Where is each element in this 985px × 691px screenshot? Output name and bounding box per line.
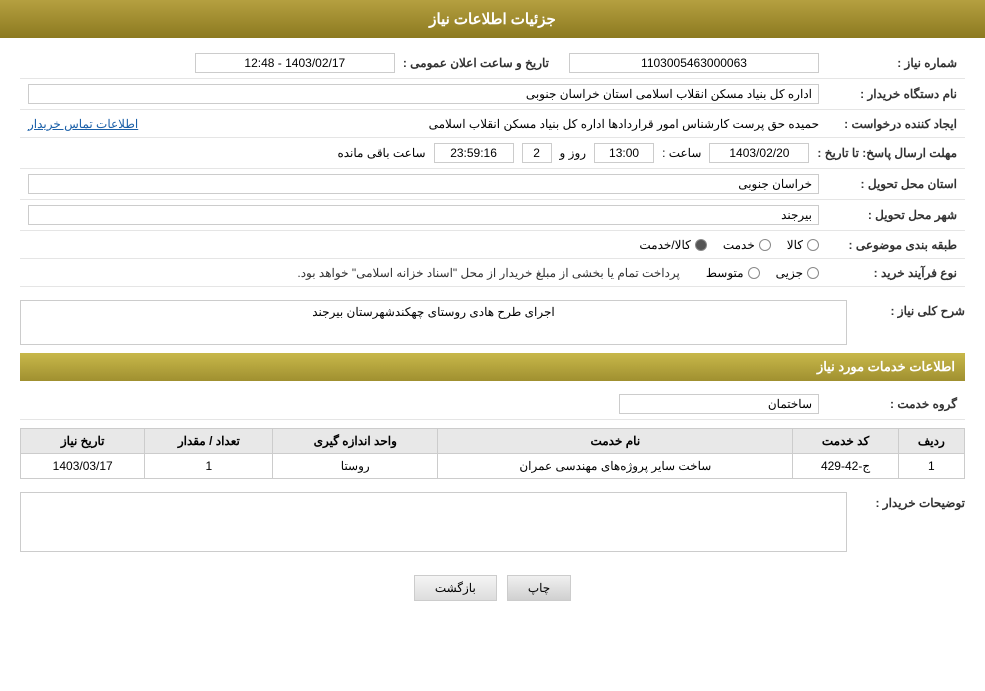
buyer-org-label: نام دستگاه خریدار : <box>827 87 957 101</box>
col-row: ردیف <box>898 429 964 454</box>
category-label: طبقه بندی موضوعی : <box>827 238 957 252</box>
page-wrapper: جزئیات اطلاعات نیاز شماره نیاز : 1103005… <box>0 0 985 691</box>
deadline-days-label: روز و <box>560 146 587 160</box>
buyer-notes-box <box>20 492 847 555</box>
city-label: شهر محل تحویل : <box>827 208 957 222</box>
purchase-type-row: نوع فرآیند خرید : جزیی متوسط پرداخت تمام… <box>20 259 965 287</box>
deadline-remaining: 23:59:16 <box>434 143 514 163</box>
deadline-timer: 1403/02/20 ساعت : 13:00 روز و 2 23:59:16… <box>28 143 809 163</box>
purchase-type-jozii-label: جزیی <box>776 266 803 280</box>
purchase-type-note: پرداخت تمام یا بخشی از مبلغ خریدار از مح… <box>297 266 680 280</box>
main-content: شماره نیاز : 1103005463000063 تاریخ و سا… <box>0 38 985 626</box>
radio-khedmat <box>759 239 771 251</box>
deadline-time: 13:00 <box>594 143 654 163</box>
print-button[interactable]: چاپ <box>507 575 571 601</box>
category-option-kala: کالا <box>787 238 819 252</box>
col-name: نام خدمت <box>438 429 793 454</box>
description-text: اجرای طرح هادی روستای چهکندشهرستان بیرجن… <box>25 305 842 319</box>
category-kala-khedmat-label: کالا/خدمت <box>639 238 690 252</box>
cell-row: 1 <box>898 454 964 479</box>
need-number-value: 1103005463000063 <box>569 53 819 73</box>
services-table: ردیف کد خدمت نام خدمت واحد اندازه گیری ت… <box>20 428 965 479</box>
contact-link[interactable]: اطلاعات تماس خریدار <box>28 117 138 131</box>
deadline-time-label: ساعت : <box>662 146 701 160</box>
need-number-label: شماره نیاز : <box>827 56 957 70</box>
col-code: کد خدمت <box>793 429 898 454</box>
description-section-label: شرح کلی نیاز : <box>865 304 965 318</box>
deadline-days: 2 <box>522 143 552 163</box>
deadline-remaining-label: ساعت باقی مانده <box>337 146 425 160</box>
category-khedmat-label: خدمت <box>723 238 755 252</box>
category-option-khedmat: خدمت <box>723 238 771 252</box>
radio-kala-khedmat <box>695 239 707 251</box>
description-box: اجرای طرح هادی روستای چهکندشهرستان بیرجن… <box>20 300 847 348</box>
deadline-row: مهلت ارسال پاسخ: تا تاریخ : 1403/02/20 س… <box>20 138 965 169</box>
page-header: جزئیات اطلاعات نیاز <box>0 0 985 38</box>
cell-unit: روستا <box>273 454 438 479</box>
need-number-row: شماره نیاز : 1103005463000063 تاریخ و سا… <box>20 48 965 79</box>
cell-quantity: 1 <box>145 454 273 479</box>
creator-row: ایجاد کننده درخواست : حمیده حق پرست کارش… <box>20 110 965 138</box>
col-date: تاریخ نیاز <box>21 429 145 454</box>
province-row: استان محل تحویل : خراسان جنوبی <box>20 169 965 200</box>
deadline-label: مهلت ارسال پاسخ: تا تاریخ : <box>817 146 957 160</box>
table-row: 1ج-42-429ساخت سایر پروژه‌های مهندسی عمرا… <box>21 454 965 479</box>
back-button[interactable]: بازگشت <box>414 575 497 601</box>
cell-code: ج-42-429 <box>793 454 898 479</box>
radio-jozii <box>807 267 819 279</box>
deadline-date: 1403/02/20 <box>709 143 809 163</box>
cell-date: 1403/03/17 <box>21 454 145 479</box>
category-row: طبقه بندی موضوعی : کالا خدمت کالا/خدمت <box>20 231 965 259</box>
buyer-notes-label: توضیحات خریدار : <box>865 496 965 510</box>
buttons-row: چاپ بازگشت <box>20 575 965 601</box>
city-value: بیرجند <box>28 205 819 225</box>
announce-label: تاریخ و ساعت اعلان عمومی : <box>403 56 549 70</box>
radio-motovaset <box>748 267 760 279</box>
services-table-wrapper: ردیف کد خدمت نام خدمت واحد اندازه گیری ت… <box>20 428 965 479</box>
services-section-label: اطلاعات خدمات مورد نیاز <box>817 359 955 374</box>
purchase-type-options: جزیی متوسط پرداخت تمام یا بخشی از مبلغ خ… <box>297 266 819 280</box>
creator-label: ایجاد کننده درخواست : <box>827 117 957 131</box>
description-section: شرح کلی نیاز : اجرای طرح هادی روستای چهک… <box>20 295 965 353</box>
category-options: کالا خدمت کالا/خدمت <box>639 238 819 252</box>
service-group-value: ساختمان <box>619 394 819 414</box>
announce-value: 1403/02/17 - 12:48 <box>195 53 395 73</box>
creator-value: حمیده حق پرست کارشناس امور قراردادها ادا… <box>146 117 819 131</box>
purchase-type-motovaset: متوسط <box>706 266 760 280</box>
cell-name: ساخت سایر پروژه‌های مهندسی عمران <box>438 454 793 479</box>
purchase-type-jozii: جزیی <box>776 266 819 280</box>
category-option-kala-khedmat: کالا/خدمت <box>639 238 706 252</box>
service-group-label: گروه خدمت : <box>827 397 957 411</box>
category-kala-label: کالا <box>787 238 803 252</box>
buyer-notes-section: توضیحات خریدار : <box>20 487 965 560</box>
purchase-type-label: نوع فرآیند خرید : <box>827 266 957 280</box>
buyer-org-value: اداره کل بنیاد مسکن انقلاب اسلامی استان … <box>28 84 819 104</box>
col-quantity: تعداد / مقدار <box>145 429 273 454</box>
services-section-header: اطلاعات خدمات مورد نیاز <box>20 353 965 381</box>
col-unit: واحد اندازه گیری <box>273 429 438 454</box>
buyer-notes-textarea[interactable] <box>20 492 847 552</box>
page-title: جزئیات اطلاعات نیاز <box>429 11 556 28</box>
city-row: شهر محل تحویل : بیرجند <box>20 200 965 231</box>
service-group-row: گروه خدمت : ساختمان <box>20 389 965 420</box>
province-label: استان محل تحویل : <box>827 177 957 191</box>
province-value: خراسان جنوبی <box>28 174 819 194</box>
radio-kala <box>807 239 819 251</box>
buyer-org-row: نام دستگاه خریدار : اداره کل بنیاد مسکن … <box>20 79 965 110</box>
purchase-type-motovaset-label: متوسط <box>706 266 744 280</box>
